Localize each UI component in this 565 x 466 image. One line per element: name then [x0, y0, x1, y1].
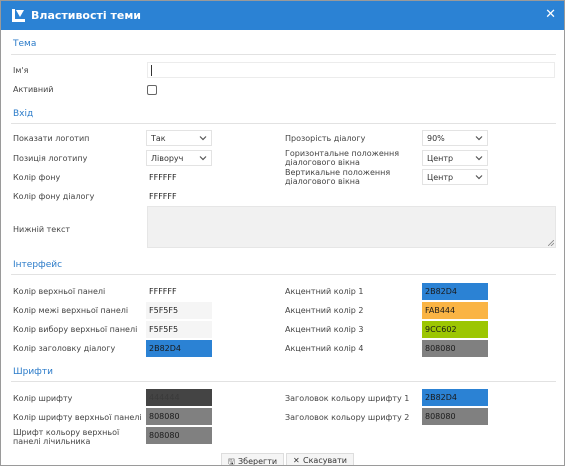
theme-properties-dialog: Властивості теми ✕ Тема Ім'я Активний Вх…: [0, 0, 565, 466]
show-logo-value: Так: [151, 134, 166, 143]
resize-grip-icon[interactable]: [548, 240, 554, 246]
chevron-down-icon: [199, 136, 207, 141]
interface-color-swatch[interactable]: F5F5F5: [146, 302, 212, 319]
accent-color-label: Акцентний колір 1: [285, 287, 364, 296]
accent-color-label: Акцентний колір 2: [285, 306, 364, 315]
accent-color-label: Акцентний колір 3: [285, 325, 364, 334]
font-color-label: Колір шрифту верхньої панелі: [13, 413, 142, 422]
logo-position-select[interactable]: Ліворуч: [146, 150, 212, 166]
name-label: Ім'я: [13, 66, 29, 75]
divider: [11, 274, 556, 275]
section-interface-title: Інтерфейс: [13, 260, 63, 270]
dialog-background-field[interactable]: FFFFFF: [146, 188, 212, 205]
show-logo-select[interactable]: Так: [146, 130, 212, 146]
save-button[interactable]: 🖫 Зберегти: [221, 453, 285, 466]
font-color-swatch[interactable]: 444444: [146, 389, 212, 406]
active-label: Активний: [13, 85, 54, 94]
accent-color-swatch[interactable]: 808080: [422, 340, 488, 357]
accent-color-swatch[interactable]: 9CC602: [422, 321, 488, 338]
vertical-position-select[interactable]: Центр: [422, 169, 488, 185]
title-bar[interactable]: Властивості теми ✕: [1, 1, 564, 30]
interface-color-swatch[interactable]: F5F5F5: [146, 321, 212, 338]
divider: [11, 54, 556, 55]
section-login-title: Вхід: [13, 109, 34, 119]
save-button-label: Зберегти: [238, 457, 278, 466]
dialog-opacity-label: Прозорість діалогу: [285, 134, 366, 143]
font-title-color-swatch[interactable]: 808080: [422, 408, 488, 425]
horizontal-position-select[interactable]: Центр: [422, 150, 488, 166]
font-color-swatch[interactable]: 808080: [146, 427, 212, 444]
interface-color-label: Колір заголовку діалогу: [13, 344, 116, 353]
chevron-down-icon: [475, 175, 483, 180]
dialog-opacity-select[interactable]: 90%: [422, 130, 488, 146]
text-caret: [151, 65, 152, 76]
divider: [11, 381, 556, 382]
close-icon: ✕: [293, 456, 300, 465]
name-input[interactable]: [147, 62, 555, 78]
accent-color-swatch[interactable]: FAB444: [422, 302, 488, 319]
accent-color-label: Акцентний колір 4: [285, 344, 364, 353]
chevron-down-icon: [475, 156, 483, 161]
font-title-color-label: Заголовок кольору шрифту 1: [285, 394, 410, 403]
font-color-swatch[interactable]: 808080: [146, 408, 212, 425]
accent-color-swatch[interactable]: 2B82D4: [422, 283, 488, 300]
interface-color-swatch[interactable]: FFFFFF: [146, 283, 212, 300]
section-theme-title: Тема: [13, 39, 37, 49]
interface-color-label: Колір вибору верхньої панелі: [13, 325, 138, 334]
chevron-down-icon: [475, 136, 483, 141]
horizontal-position-label: Горизонтальне положення діалогового вікн…: [285, 149, 400, 167]
active-checkbox[interactable]: [147, 85, 157, 95]
floppy-disk-icon: 🖫: [228, 457, 235, 466]
cancel-button-label: Скасувати: [303, 456, 347, 465]
logo-position-label: Позиція логотипу: [13, 154, 88, 163]
app-logo-icon: [12, 9, 25, 22]
background-color-label: Колір фону: [13, 173, 61, 182]
background-color-field[interactable]: FFFFFF: [146, 169, 212, 186]
font-title-color-label: Заголовок кольору шрифту 2: [285, 413, 410, 422]
show-logo-label: Показати логотип: [13, 134, 90, 143]
horizontal-position-value: Центр: [427, 154, 454, 163]
font-color-label: Колір шрифту: [13, 394, 73, 403]
footer-text-label: Нижній текст: [13, 225, 71, 234]
dialog-title: Властивості теми: [31, 9, 142, 22]
dialog-opacity-value: 90%: [427, 134, 445, 143]
interface-color-swatch[interactable]: 2B82D4: [146, 340, 212, 357]
section-fonts-title: Шрифти: [13, 367, 53, 377]
logo-position-value: Ліворуч: [151, 154, 184, 163]
vertical-position-label: Вертикальне положення діалогового вікна: [285, 168, 391, 186]
dialog-background-label: Колір фону діалогу: [13, 192, 95, 201]
interface-color-label: Колір верхньої панелі: [13, 287, 106, 296]
font-title-color-swatch[interactable]: 2B82D4: [422, 389, 488, 406]
cancel-button[interactable]: ✕ Скасувати: [286, 453, 354, 465]
close-icon[interactable]: ✕: [545, 7, 556, 22]
footer-text-area[interactable]: [147, 206, 556, 248]
divider: [11, 123, 556, 124]
font-color-label: Шрифт кольору верхньої панелі лічильника: [13, 428, 120, 446]
vertical-position-value: Центр: [427, 173, 454, 182]
interface-color-label: Колір межі верхньої панелі: [13, 306, 129, 315]
chevron-down-icon: [199, 156, 207, 161]
